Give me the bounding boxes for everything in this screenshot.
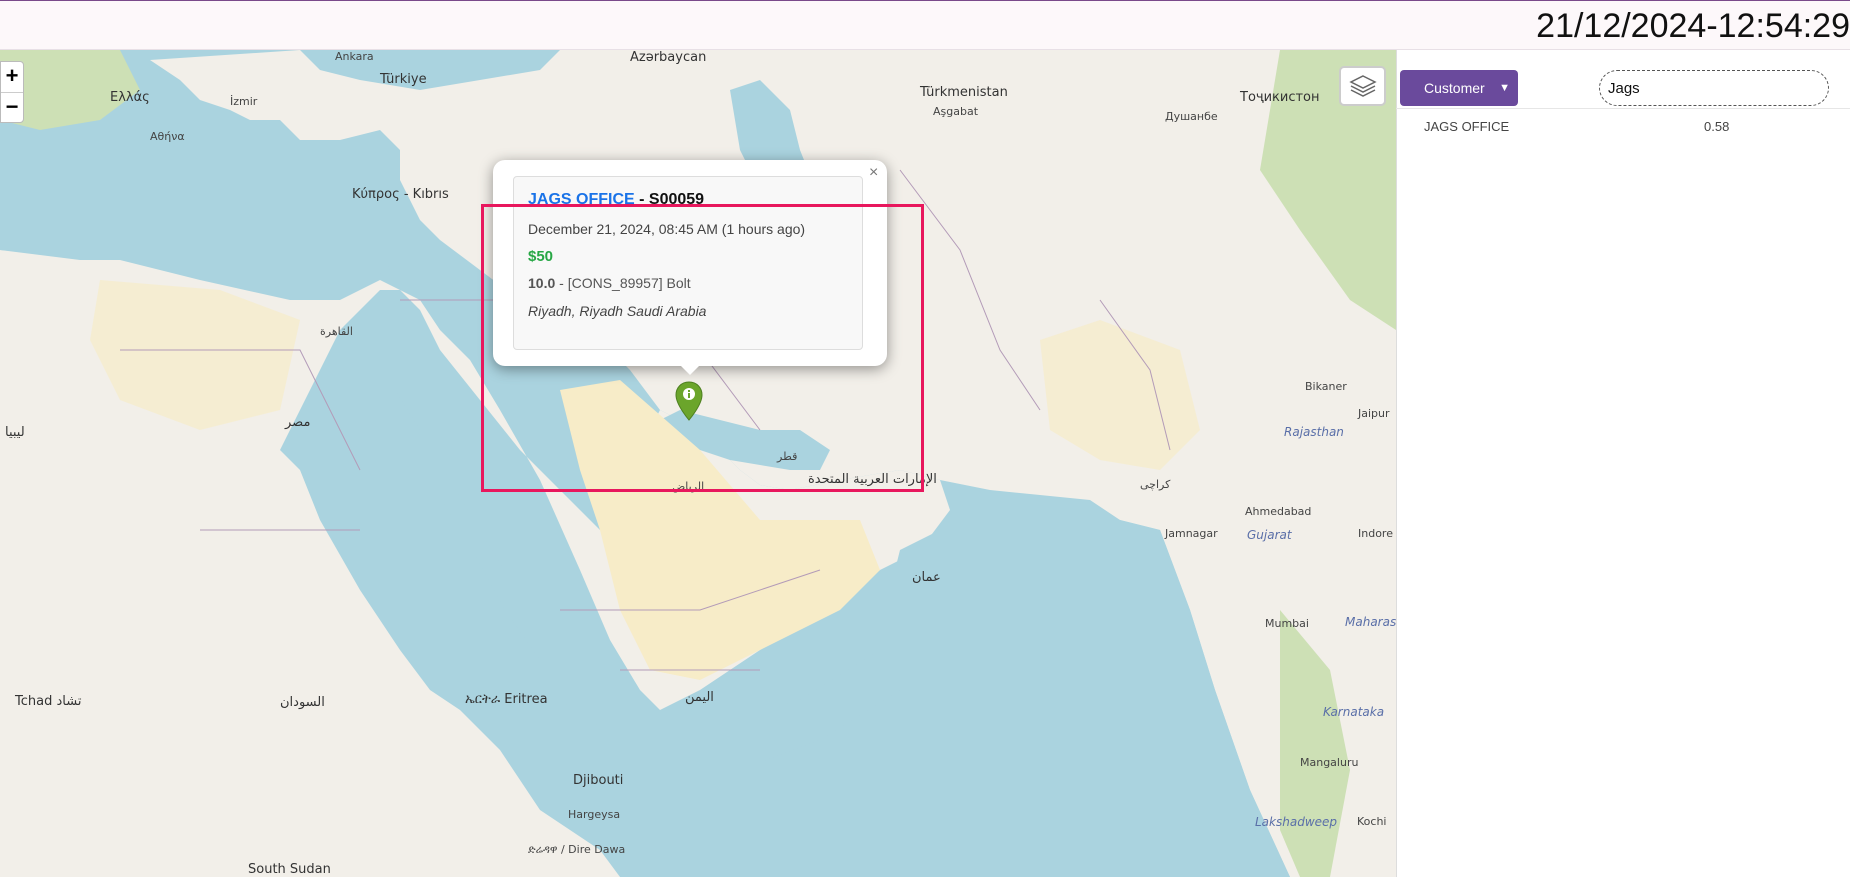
map-label-izmir: İzmir	[230, 95, 258, 108]
popup-title: JAGS OFFICE - S00059	[528, 191, 848, 209]
map-label-qatar: قطر	[777, 450, 798, 463]
side-panel	[1396, 50, 1850, 877]
panel-divider	[1396, 108, 1850, 109]
layers-button[interactable]	[1339, 66, 1386, 106]
map-label-south-sudan: South Sudan	[248, 862, 331, 877]
map-label-maharashtra: Maharashtra	[1345, 615, 1396, 629]
popup-line-item: 10.0 - [CONS_89957] Bolt	[528, 275, 848, 291]
clock-display: 21/12/2024-12:54:29	[1536, 7, 1850, 45]
map-label-cyprus: Κύπρος - Kıbrıs	[352, 187, 449, 202]
map-label-yemen: اليمن	[685, 690, 714, 705]
popup-order-code: S00059	[648, 191, 705, 208]
map-label-karachi: كراچى	[1140, 478, 1171, 491]
map-label-cairo: القاهرة	[320, 325, 353, 338]
map-label-dire-dawa: ድሬዳዋ / Dire Dawa	[528, 843, 626, 856]
map-label-uae: الإمارات العربية المتحدة	[808, 472, 937, 487]
map-label-hargeysa: Hargeysa	[568, 808, 621, 821]
popup-separator: -	[634, 191, 649, 208]
zoom-out-button[interactable]: −	[1, 92, 23, 122]
map-label-tojikiston: Тоҷикистон	[1240, 90, 1320, 105]
map-label-greece: Ελλάς	[110, 90, 150, 105]
map-label-karnataka: Karnataka	[1323, 705, 1385, 719]
map-label-eritrea: ኤርትራ Eritrea	[465, 692, 548, 707]
map-label-lakshadweep: Lakshadweep	[1255, 815, 1338, 829]
map-label-athens: Αθήνα	[150, 130, 185, 143]
map-label-mangaluru: Mangaluru	[1300, 756, 1359, 769]
search-result-value: 0.58	[1704, 119, 1730, 134]
top-bar: 21/12/2024-12:54:29	[0, 0, 1850, 50]
layers-icon	[1348, 75, 1377, 97]
popup-customer-link[interactable]: JAGS OFFICE	[528, 191, 635, 208]
map-label-gujarat: Gujarat	[1247, 528, 1292, 542]
popup-date: December 21, 2024, 08:45 AM (1 hours ago…	[528, 221, 806, 237]
map-label-egypt: مصر	[285, 415, 311, 430]
map-label-azerbaycan: Azərbaycan	[630, 50, 707, 65]
map-label-rajasthan: Rajasthan	[1284, 425, 1344, 439]
map-label-dushanbe: Душанбе	[1165, 110, 1218, 123]
map-label-indore: Indore	[1358, 527, 1393, 540]
map-label-djibouti: Djibouti	[573, 773, 624, 788]
popup-address: Riyadh, Riyadh Saudi Arabia	[528, 303, 707, 319]
popup-card: JAGS OFFICE - S00059 December 21, 2024, …	[513, 176, 863, 350]
popup-item: - [CONS_89957] Bolt	[555, 275, 691, 291]
map-label-riyadh: الرياض	[672, 480, 705, 493]
chevron-down-icon: ▼	[1499, 82, 1510, 94]
location-marker[interactable]	[674, 380, 704, 429]
entity-type-select[interactable]: Customer ▼	[1400, 70, 1518, 106]
zoom-control: + −	[0, 61, 24, 123]
popup-qty: 10.0	[528, 275, 556, 291]
map-label-ashgabat: Aşgabat	[933, 105, 979, 118]
search-input[interactable]	[1599, 70, 1829, 106]
map-label-turkmenistan: Türkmenistan	[920, 85, 1008, 100]
map-label-sudan: السودان	[280, 695, 325, 710]
entity-type-value: Customer	[1424, 80, 1485, 96]
map-label-ahmedabad: Ahmedabad	[1245, 505, 1312, 518]
map-label-bikaner: Bikaner	[1305, 380, 1347, 393]
map-label-tchad: Tchad تشاد	[15, 694, 82, 709]
popup-price: $50	[528, 248, 554, 265]
map-label-ankara: Ankara	[335, 50, 374, 63]
map-pin-icon	[675, 381, 703, 421]
zoom-in-button[interactable]: +	[1, 62, 23, 92]
map-label-kochi: Kochi	[1357, 815, 1387, 828]
map-label-libya: ليبيا	[5, 425, 25, 440]
map-label-turkiye: Türkiye	[380, 72, 427, 87]
map-label-mumbai: Mumbai	[1265, 617, 1309, 630]
map-label-oman: عمان	[912, 570, 941, 585]
popup-tip	[680, 365, 700, 375]
map-label-jaipur: Jaipur	[1358, 407, 1390, 420]
map-label-jamnagar: Jamnagar	[1165, 527, 1218, 540]
search-result-name[interactable]: JAGS OFFICE	[1424, 119, 1509, 134]
popup-close-button[interactable]: ×	[869, 164, 878, 182]
